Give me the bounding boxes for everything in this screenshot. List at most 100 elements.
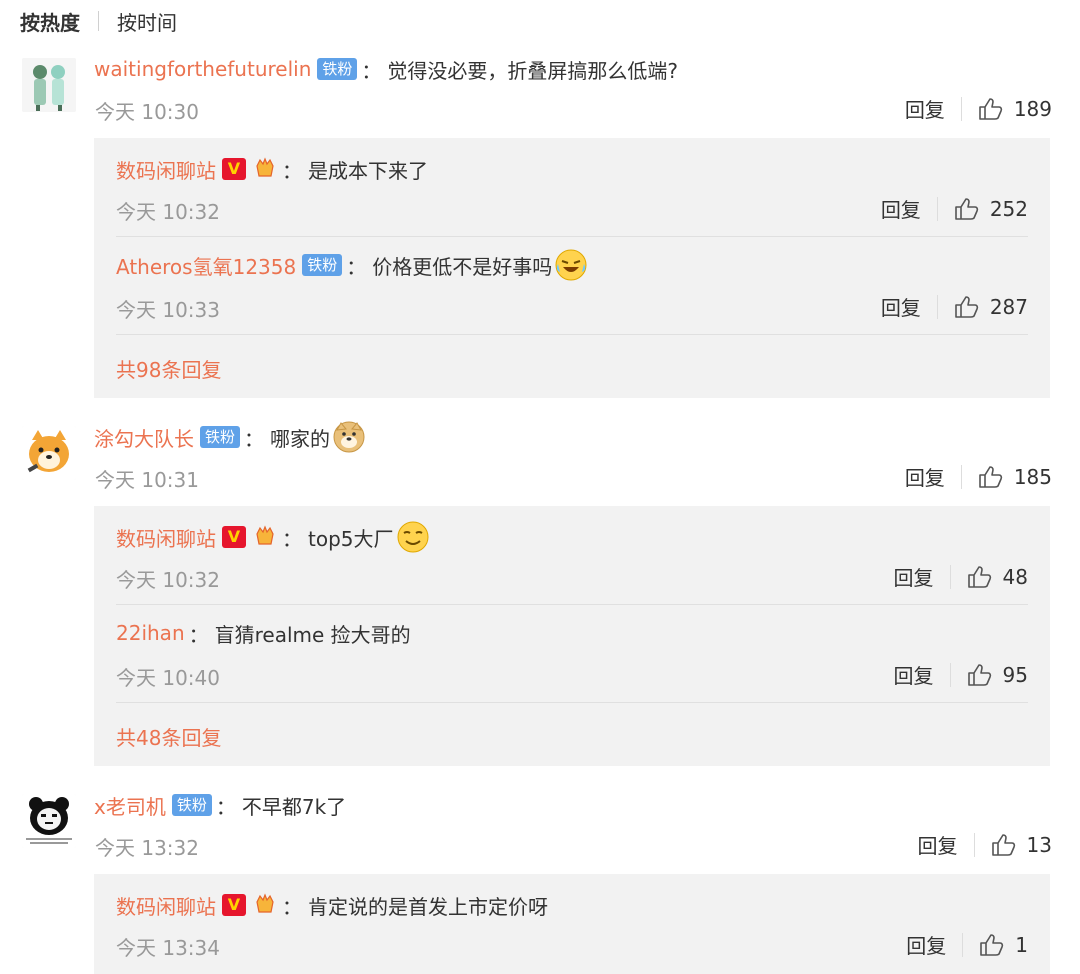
colon: ： <box>282 894 302 919</box>
timestamp: 今天 13:34 <box>116 936 220 960</box>
timestamp: 今天 10:30 <box>95 100 199 124</box>
action-divider <box>936 196 938 221</box>
comment-header: 涂勾大队长 铁粉 ： 哪家的 <box>94 421 366 453</box>
action-divider <box>949 564 951 589</box>
reply-divider <box>116 236 1028 237</box>
more-replies-link[interactable]: 共98条回复 <box>116 354 221 383</box>
reply-header: Atheros氢氧12358 铁粉 ： 价格更低不是好事吗 <box>116 249 588 281</box>
like-count: 185 <box>1013 464 1052 489</box>
action-divider <box>936 294 938 319</box>
thumbs-up-icon[interactable] <box>979 933 1005 957</box>
thumbs-up-icon[interactable] <box>991 833 1017 857</box>
fan-badge[interactable]: 铁粉 <box>317 58 358 80</box>
fan-hand-icon <box>256 893 274 913</box>
smirk-emoji-icon <box>397 521 428 553</box>
colon: ： <box>282 158 302 183</box>
reply-list: 数码闲聊站 V ： top5大厂 今天 10:32 回复 48 22ihan ：… <box>94 506 1050 766</box>
colon: ： <box>282 526 302 551</box>
reply-button[interactable]: 回复 <box>881 194 921 223</box>
timestamp: 今天 10:33 <box>116 298 220 322</box>
reply-actions: 回复 1 <box>906 930 1028 959</box>
reply-divider <box>116 604 1028 605</box>
reply-header: 22ihan ： 盲猜realme 捡大哥的 <box>116 618 411 648</box>
avatar[interactable] <box>22 58 76 112</box>
reply-divider <box>116 702 1028 703</box>
username[interactable]: x老司机 <box>94 791 166 820</box>
username[interactable]: 22ihan <box>116 621 185 645</box>
colon: ： <box>244 426 265 451</box>
comment-text: 觉得没必要，折叠屏搞那么低端? <box>387 58 679 83</box>
reply-header: 数码闲聊站 V ： top5大厂 <box>116 521 430 553</box>
username[interactable]: 数码闲聊站 <box>116 523 216 552</box>
reply-button[interactable]: 回复 <box>894 660 934 689</box>
reply-text: 是成本下来了 <box>308 158 428 183</box>
fan-badge[interactable]: 铁粉 <box>171 794 212 816</box>
reply-text: 盲猜realme 捡大哥的 <box>214 622 411 647</box>
reply-header: 数码闲聊站 V ： 是成本下来了 <box>116 154 428 184</box>
tab-hot[interactable]: 按热度 <box>20 7 80 36</box>
action-divider <box>962 932 964 957</box>
username[interactable]: 数码闲聊站 <box>116 891 216 920</box>
reply-actions: 回复 252 <box>881 194 1028 223</box>
reply-divider <box>116 334 1028 335</box>
doge-emoji-icon <box>333 421 365 453</box>
reply-list: 数码闲聊站 V ： 是成本下来了 今天 10:32 回复 252 Atheros… <box>94 138 1050 398</box>
avatar[interactable] <box>22 794 76 848</box>
reply-button[interactable]: 回复 <box>905 462 945 491</box>
username[interactable]: 数码闲聊站 <box>116 155 216 184</box>
fan-badge[interactable]: 铁粉 <box>302 254 343 276</box>
reply-text: 价格更低不是好事吗 <box>372 254 553 279</box>
timestamp: 今天 13:32 <box>95 836 199 860</box>
comment-actions: 回复 189 <box>905 94 1052 123</box>
tab-divider <box>98 11 99 31</box>
reply-actions: 回复 95 <box>894 660 1028 689</box>
action-divider <box>949 662 951 687</box>
reply-list: 数码闲聊站 V ： 肯定说的是首发上市定价呀 今天 13:34 回复 1 <box>94 874 1050 974</box>
reply-button[interactable]: 回复 <box>905 94 945 123</box>
anime-avatar-icon <box>22 58 76 112</box>
comment-text: 哪家的 <box>270 426 331 451</box>
comment-actions: 回复 185 <box>905 462 1052 491</box>
reply-button[interactable]: 回复 <box>918 830 958 859</box>
action-divider <box>960 464 962 489</box>
colon: ： <box>361 58 382 83</box>
username[interactable]: waitingforthefuturelin <box>94 57 311 81</box>
more-replies-link[interactable]: 共48条回复 <box>116 722 221 751</box>
verified-v-icon: V <box>222 894 246 916</box>
colon: ： <box>215 794 236 819</box>
avatar[interactable] <box>22 426 76 480</box>
action-divider <box>960 96 962 121</box>
like-count: 189 <box>1013 96 1052 121</box>
thumbs-up-icon[interactable] <box>967 663 993 687</box>
thumbs-up-icon[interactable] <box>978 465 1004 489</box>
colon: ： <box>346 254 367 279</box>
thumbs-up-icon[interactable] <box>954 295 980 319</box>
panda-meme-avatar-icon <box>22 794 76 848</box>
like-count: 13 <box>1026 832 1052 857</box>
thumbs-up-icon[interactable] <box>978 97 1004 121</box>
username[interactable]: Atheros氢氧12358 <box>116 251 296 280</box>
comment-text: 不早都7k了 <box>241 794 347 819</box>
timestamp: 今天 10:32 <box>116 568 220 592</box>
sort-tabs: 按热度 按时间 <box>20 6 177 36</box>
thumbs-up-icon[interactable] <box>967 565 993 589</box>
thumbs-up-icon[interactable] <box>954 197 980 221</box>
fan-badge[interactable]: 铁粉 <box>200 426 241 448</box>
fan-hand-icon <box>256 157 274 177</box>
timestamp: 今天 10:40 <box>116 666 220 690</box>
timestamp: 今天 10:31 <box>95 468 199 492</box>
reply-button[interactable]: 回复 <box>894 562 934 591</box>
verified-v-icon: V <box>222 526 246 548</box>
fan-hand-icon <box>256 525 274 545</box>
reply-text: top5大厂 <box>308 526 394 551</box>
comment-header: waitingforthefuturelin 铁粉 ： 觉得没必要，折叠屏搞那么… <box>94 54 678 84</box>
reply-button[interactable]: 回复 <box>881 292 921 321</box>
username[interactable]: 涂勾大队长 <box>94 423 194 452</box>
colon: ： <box>188 622 209 647</box>
reply-text: 肯定说的是首发上市定价呀 <box>308 894 548 919</box>
reply-button[interactable]: 回复 <box>906 930 946 959</box>
like-count: 252 <box>989 196 1028 221</box>
tab-time[interactable]: 按时间 <box>117 7 177 36</box>
verified-v-icon: V <box>222 158 246 180</box>
like-count: 287 <box>989 294 1028 319</box>
